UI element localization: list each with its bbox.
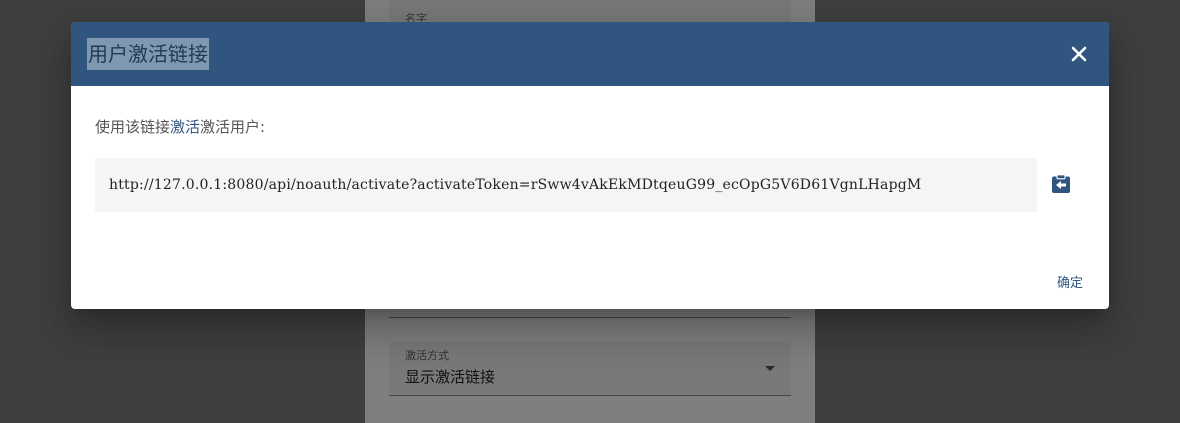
hint-prefix: 使用该链接 <box>95 118 171 136</box>
close-button[interactable] <box>1063 38 1095 70</box>
ok-button[interactable]: 确定 <box>1057 270 1083 293</box>
dialog-title: 用户激活链接 <box>87 38 209 70</box>
hint-suffix: 激活用户: <box>200 118 266 136</box>
hint-activate-link[interactable]: 激活 <box>170 118 200 136</box>
activation-hint: 使用该链接激活激活用户: <box>95 116 265 137</box>
close-icon <box>1071 46 1087 62</box>
activation-link-dialog: 用户激活链接 使用该链接激活激活用户: http://127.0.0.1:808… <box>71 22 1109 309</box>
clipboard-copy-icon <box>1052 174 1070 193</box>
activation-link-text[interactable]: http://127.0.0.1:8080/api/noauth/activat… <box>109 177 921 193</box>
activation-link-box: http://127.0.0.1:8080/api/noauth/activat… <box>95 158 1037 212</box>
copy-link-button[interactable] <box>1049 172 1073 196</box>
dialog-header: 用户激活链接 <box>71 22 1109 86</box>
